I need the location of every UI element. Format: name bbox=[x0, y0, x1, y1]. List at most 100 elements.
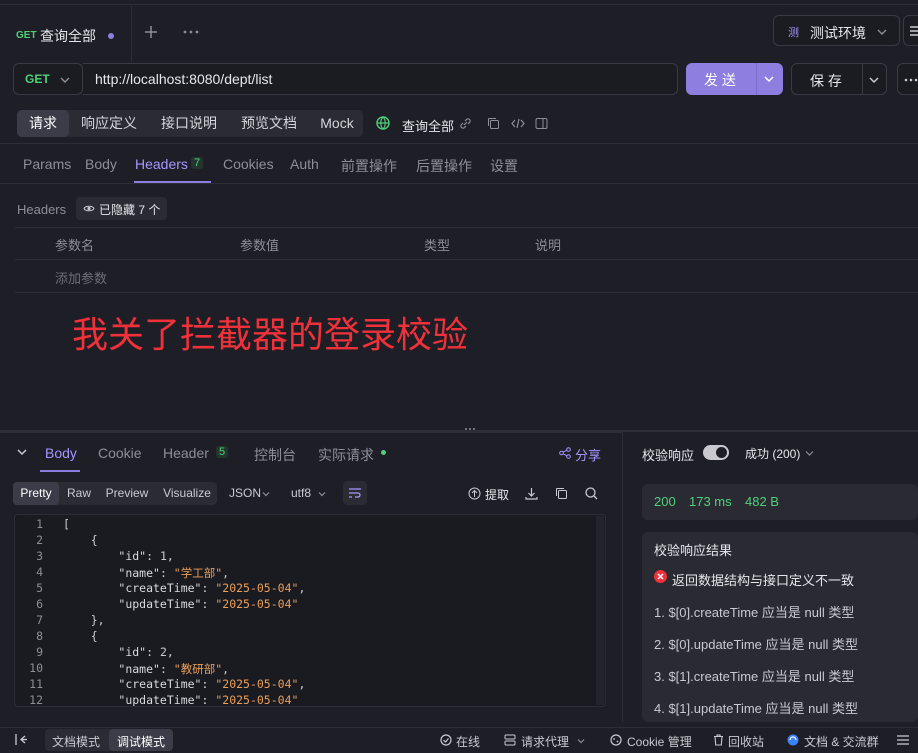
chevron-down-icon bbox=[805, 451, 814, 456]
validate-label: 校验响应 bbox=[642, 448, 695, 463]
cookie-manager[interactable]: Cookie 管理 bbox=[627, 733, 692, 750]
chevron-down-icon[interactable] bbox=[869, 75, 879, 85]
debug-mode-button[interactable]: 调试模式 bbox=[109, 729, 173, 751]
add-param-input[interactable]: 添加参数 bbox=[55, 268, 107, 287]
validation-result bbox=[642, 532, 918, 722]
recycle-bin[interactable]: 回收站 bbox=[728, 733, 764, 750]
resp-tab-console[interactable]: 控制台 bbox=[254, 445, 296, 465]
line-number: 12 bbox=[29, 693, 43, 707]
extract-button[interactable]: 提取 bbox=[485, 486, 509, 503]
online-icon bbox=[440, 734, 452, 746]
more-icon[interactable] bbox=[897, 63, 918, 95]
status-select[interactable]: 成功 (200) bbox=[745, 445, 800, 462]
tab-cookies[interactable]: Cookies bbox=[223, 156, 274, 172]
send-split bbox=[756, 63, 757, 95]
docs-community[interactable]: 文档 & 交流群 bbox=[804, 733, 879, 750]
col-param-type: 类型 bbox=[424, 238, 451, 253]
wrap-icon bbox=[349, 488, 361, 498]
doc-mode-button[interactable]: 文档模式 bbox=[52, 733, 100, 750]
request-tab[interactable]: GET 查询全部 bbox=[0, 6, 132, 62]
scrollbar[interactable] bbox=[596, 516, 604, 705]
chevron-down-icon[interactable] bbox=[764, 74, 774, 84]
hidden-headers-label: 已隐藏 7 个 bbox=[99, 203, 161, 217]
panel-icon[interactable] bbox=[535, 117, 548, 130]
subtab-request[interactable]: 请求 bbox=[17, 110, 69, 137]
response-code-viewer[interactable]: 1 [2 {3 "id": 1, 4 "name": "学工部", 5 "create… bbox=[14, 514, 606, 707]
resp-tab-body[interactable]: Body bbox=[45, 445, 77, 461]
tab-settings[interactable]: 设置 bbox=[490, 156, 518, 176]
validate-toggle[interactable] bbox=[703, 445, 729, 460]
hidden-headers-toggle[interactable]: 已隐藏 7 个 bbox=[76, 197, 167, 220]
send-button[interactable]: 发 送 bbox=[686, 63, 783, 95]
fmt-pretty[interactable]: Pretty bbox=[13, 482, 59, 505]
search-icon[interactable] bbox=[585, 487, 598, 500]
community-icon bbox=[787, 734, 799, 746]
add-tab-icon[interactable] bbox=[143, 24, 159, 40]
collapse-sidebar-icon[interactable] bbox=[15, 734, 27, 745]
line-number: 10 bbox=[29, 661, 43, 675]
tab-auth[interactable]: Auth bbox=[290, 156, 319, 172]
send-label: 发 送 bbox=[704, 72, 736, 88]
headers-label: Headers bbox=[17, 202, 67, 217]
line-number: 8 bbox=[36, 629, 43, 643]
url-input[interactable]: http://localhost:8080/dept/list bbox=[83, 63, 678, 95]
status-code: 200 bbox=[654, 494, 676, 509]
encoding-select[interactable]: utf8 bbox=[291, 486, 311, 500]
drag-handle-icon[interactable] bbox=[464, 427, 476, 431]
fmt-raw[interactable]: Raw bbox=[62, 482, 96, 505]
copy-icon[interactable] bbox=[487, 117, 500, 130]
copy-icon[interactable] bbox=[555, 487, 568, 500]
tab-params[interactable]: Params bbox=[23, 156, 71, 172]
method-label: GET bbox=[25, 72, 50, 86]
line-number: 11 bbox=[29, 677, 43, 691]
subtab-mock[interactable]: Mock bbox=[311, 110, 363, 137]
api-name[interactable]: 查询全部 bbox=[402, 116, 454, 135]
tab-post-operations[interactable]: 后置操作 bbox=[416, 156, 472, 176]
tab-body[interactable]: Body bbox=[85, 156, 117, 172]
save-button[interactable]: 保 存 bbox=[791, 63, 887, 95]
env-badge: 测 bbox=[788, 27, 799, 39]
eye-icon bbox=[83, 205, 95, 212]
collapse-icon[interactable] bbox=[17, 447, 27, 457]
collapse-panel-icon[interactable] bbox=[896, 735, 910, 745]
subtab-response-definition[interactable]: 响应定义 bbox=[73, 110, 145, 137]
annotation-text: 我关了拦截器的登录校验 bbox=[72, 314, 469, 355]
validation-item: 3. $[1].createTime 应当是 null 类型 bbox=[654, 669, 855, 684]
mode-switch: 文档模式 调试模式 bbox=[45, 729, 173, 751]
resp-tab-cookie[interactable]: Cookie bbox=[98, 445, 142, 461]
code-line: "id": 1, bbox=[118, 549, 174, 563]
error-message: 返回数据结构与接口定义不一致 bbox=[672, 573, 855, 588]
active-tab-indicator bbox=[40, 470, 80, 472]
url-text: http://localhost:8080/dept/list bbox=[95, 71, 273, 87]
divider bbox=[0, 143, 918, 144]
json-select[interactable]: JSON bbox=[229, 486, 261, 500]
more-tabs-icon[interactable] bbox=[183, 24, 199, 40]
chevron-down-icon bbox=[877, 29, 887, 35]
cookie-icon bbox=[610, 734, 622, 746]
code-line: [ bbox=[63, 517, 70, 531]
share-button[interactable]: 分享 bbox=[575, 445, 601, 464]
request-proxy[interactable]: 请求代理 bbox=[521, 733, 569, 750]
wrap-button[interactable] bbox=[343, 481, 367, 505]
menu-icon[interactable] bbox=[903, 15, 918, 46]
online-status[interactable]: 在线 bbox=[456, 733, 480, 750]
toggle-knob bbox=[716, 447, 727, 458]
link-icon[interactable] bbox=[459, 117, 472, 130]
fmt-visualize[interactable]: Visualize bbox=[157, 482, 217, 505]
download-icon[interactable] bbox=[525, 487, 538, 500]
code-icon[interactable] bbox=[511, 117, 525, 130]
method-select[interactable]: GET bbox=[13, 63, 83, 95]
tab-pre-operations[interactable]: 前置操作 bbox=[341, 156, 397, 176]
tab-headers[interactable]: Headers bbox=[135, 156, 188, 172]
status-dot bbox=[381, 450, 386, 455]
result-title: 校验响应结果 bbox=[654, 543, 733, 558]
fmt-preview[interactable]: Preview bbox=[100, 482, 154, 505]
response-time: 173 ms bbox=[689, 494, 732, 509]
subtab-preview-doc[interactable]: 预览文档 bbox=[233, 110, 305, 137]
chevron-down-icon bbox=[318, 492, 326, 497]
environment-select[interactable]: 测 测试环境 bbox=[773, 15, 900, 46]
subtab-api-description[interactable]: 接口说明 bbox=[153, 110, 225, 137]
resp-tab-header[interactable]: Header bbox=[163, 445, 209, 461]
resp-tab-actual-request[interactable]: 实际请求 bbox=[318, 445, 374, 465]
col-param-desc: 说明 bbox=[535, 238, 562, 253]
